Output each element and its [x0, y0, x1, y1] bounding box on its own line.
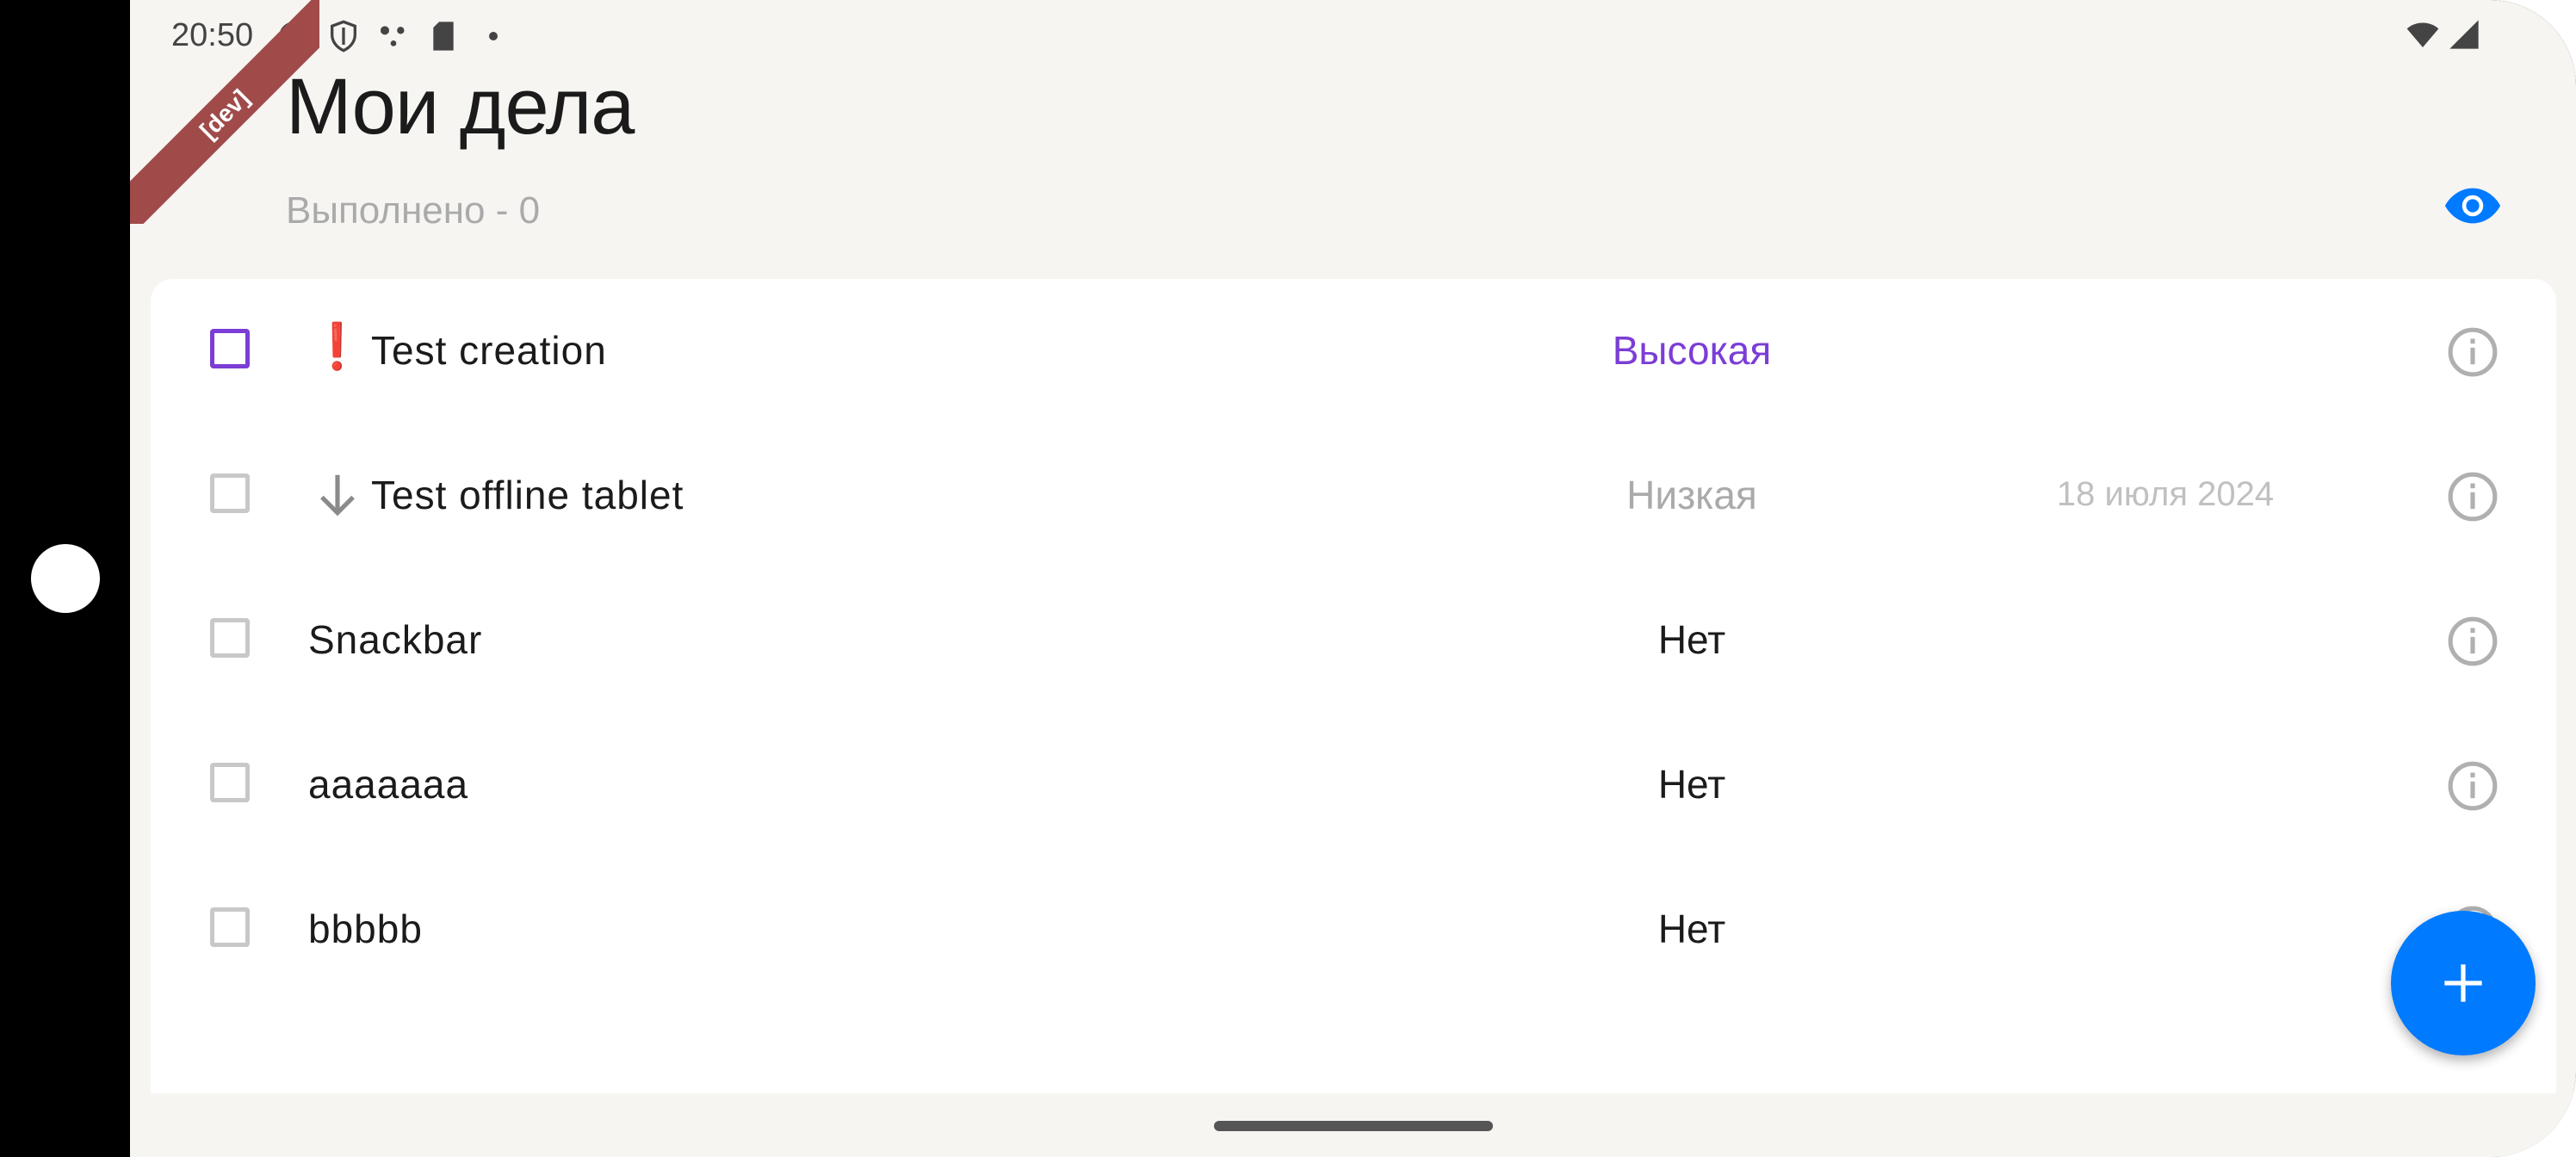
shield-icon: [331, 20, 356, 53]
sd-card-icon: [433, 22, 454, 51]
plus-icon: [2444, 964, 2482, 1002]
task-priority: Нет: [1657, 617, 1726, 662]
task-row[interactable]: Snackbar Нет: [151, 568, 2556, 713]
task-priority: Высокая: [1612, 328, 1772, 373]
app-screen: 20:50 [dev] Мои дела Выполнено - 0 ❗ Test…: [130, 0, 2576, 1157]
gesture-bar[interactable]: [1214, 1121, 1493, 1131]
task-deadline: 18 июля 2024: [2056, 475, 2275, 513]
info-icon[interactable]: [2446, 759, 2499, 813]
camera-cutout: [31, 544, 100, 613]
task-priority: Нет: [1657, 762, 1726, 807]
notification-dot-icon: [489, 32, 498, 40]
info-icon[interactable]: [2446, 615, 2499, 668]
completed-count: Выполнено - 0: [286, 189, 541, 232]
assistant-dots-icon: [381, 26, 405, 46]
task-checkbox[interactable]: [210, 763, 250, 802]
task-list: ❗ Test creation Высокая Test offline tablet…: [151, 279, 2556, 1140]
task-checkbox[interactable]: [210, 329, 250, 368]
task-checkbox[interactable]: [210, 618, 250, 658]
task-title: aaaaaaa: [308, 762, 469, 807]
task-row[interactable]: Test offline tablet Низкая 18 июля 2024: [151, 424, 2556, 568]
task-priority: Нет: [1657, 906, 1726, 951]
wifi-icon: [2406, 22, 2439, 47]
add-task-button[interactable]: [2391, 911, 2536, 1055]
task-title: Snackbar: [308, 617, 483, 662]
task-checkbox[interactable]: [210, 907, 250, 947]
info-icon[interactable]: [2446, 470, 2499, 523]
cellular-signal-icon: [2449, 20, 2479, 49]
exclamation-icon: ❗: [309, 322, 365, 372]
task-checkbox[interactable]: [210, 473, 250, 513]
info-icon[interactable]: [2446, 325, 2499, 379]
arrow-down-icon: [320, 474, 355, 517]
eye-icon[interactable]: [2443, 176, 2503, 236]
device-frame: 20:50 [dev] Мои дела Выполнено - 0 ❗ Test…: [0, 0, 2576, 1157]
task-row[interactable]: ❗ Test creation Высокая: [151, 279, 2556, 424]
task-title: Test offline tablet: [371, 473, 684, 517]
task-title: Test creation: [371, 328, 607, 373]
task-row[interactable]: aaaaaaa Нет: [151, 713, 2556, 857]
task-priority: Низкая: [1626, 473, 1757, 517]
task-row[interactable]: bbbbb Нет: [151, 857, 2556, 1002]
task-title: bbbbb: [308, 906, 423, 951]
page-title: Мои дела: [286, 63, 635, 151]
status-right: [2404, 17, 2481, 52]
